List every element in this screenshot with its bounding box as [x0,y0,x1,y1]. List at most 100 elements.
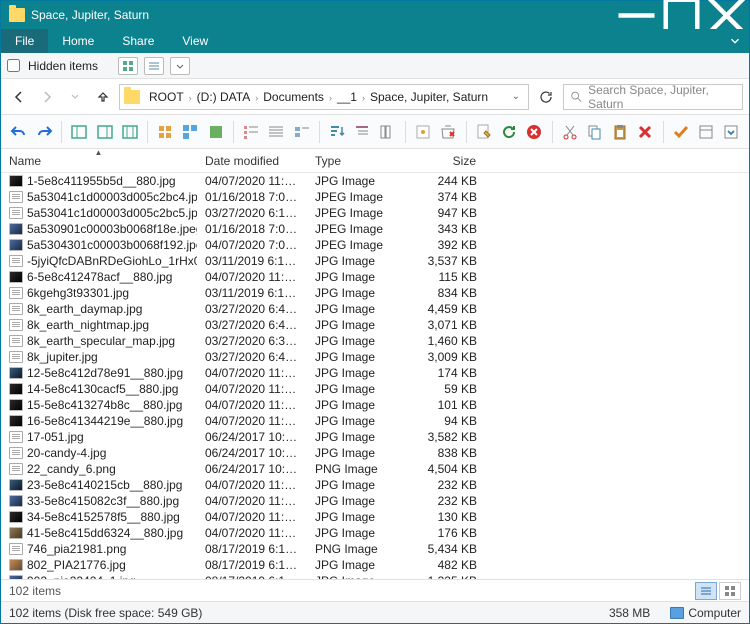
tiles-view-button[interactable] [290,119,313,145]
details-toggle[interactable] [695,582,717,600]
check-button[interactable] [670,119,693,145]
cut-button[interactable] [559,119,582,145]
table-row[interactable]: 802_PIA21776.jpg 08/17/2019 6:14 PM JPG … [1,557,749,573]
breadcrumb-segment[interactable]: ROOT [146,90,187,104]
options-button[interactable] [412,119,435,145]
breadcrumb-segment[interactable]: Space, Jupiter, Saturn [367,90,491,104]
table-row[interactable]: 17-051.jpg 06/24/2017 10:13 AM JPG Image… [1,429,749,445]
table-row[interactable]: 23-5e8c4140215cb__880.jpg 04/07/2020 11:… [1,477,749,493]
menu-view[interactable]: View [168,29,222,53]
table-row[interactable]: 1-5e8c411955b5d__880.jpg 04/07/2020 11:2… [1,173,749,189]
chevron-right-icon[interactable]: › [360,93,367,103]
breadcrumb-segment[interactable]: Documents [260,90,327,104]
back-button[interactable] [7,85,31,109]
file-type: JPG Image [307,494,397,508]
table-row[interactable]: 15-5e8c413274b8c__880.jpg 04/07/2020 11:… [1,397,749,413]
dropdown-tool-button[interactable] [720,119,743,145]
delete-button[interactable] [634,119,657,145]
address-dropdown[interactable]: ⌄ [508,91,524,102]
up-button[interactable] [91,85,115,109]
view-ribbon: Hidden items [1,53,749,79]
table-row[interactable]: 8k_jupiter.jpg 03/27/2020 6:45 PM JPG Im… [1,349,749,365]
col-size[interactable]: Size [397,149,485,172]
refresh-tool-button[interactable] [498,119,521,145]
col-date[interactable]: Date modified [197,149,307,172]
col-name[interactable]: ▲Name [1,149,197,172]
menu-home[interactable]: Home [48,29,108,53]
redo-button[interactable] [32,119,55,145]
table-row[interactable]: 746_pia21981.png 08/17/2019 6:16 PM PNG … [1,541,749,557]
minimize-button[interactable] [614,1,659,29]
table-row[interactable]: 8k_earth_daymap.jpg 03/27/2020 6:44 PM J… [1,301,749,317]
copy-button[interactable] [584,119,607,145]
table-row[interactable]: 33-5e8c415082c3f__880.jpg 04/07/2020 11:… [1,493,749,509]
file-type: JPG Image [307,398,397,412]
thumbnails-toggle[interactable] [719,582,741,600]
table-row[interactable]: 8k_earth_specular_map.jpg 03/27/2020 6:3… [1,333,749,349]
disk-space: 102 items (Disk free space: 549 GB) [9,606,202,620]
table-row[interactable]: 5a5304301c00003b0068f192.jpeg 04/07/2020… [1,237,749,253]
table-row[interactable]: 14-5e8c4130cacf5__880.jpg 04/07/2020 11:… [1,381,749,397]
undo-button[interactable] [7,119,30,145]
stop-button[interactable] [523,119,546,145]
ribbon-expand-button[interactable] [721,29,749,53]
table-row[interactable]: 34-5e8c4152578f5__880.jpg 04/07/2020 11:… [1,509,749,525]
close-button[interactable] [704,1,749,29]
breadcrumb-segment[interactable]: __1 [334,90,360,104]
refresh-button[interactable] [533,84,559,110]
breadcrumb-segment[interactable]: (D:) DATA [194,90,254,104]
col-type[interactable]: Type [307,149,397,172]
file-type: PNG Image [307,542,397,556]
address-bar[interactable]: ROOT›(D:) DATA›Documents›__1›Space, Jupi… [119,84,529,110]
file-name: 5a53041c1d00003d005c2bc5.jpeg [27,206,197,220]
chevron-right-icon[interactable]: › [187,93,194,103]
table-row[interactable]: 5a53041c1d00003d005c2bc4.jpeg 01/16/2018… [1,189,749,205]
table-row[interactable]: 16-5e8c41344219e__880.jpg 04/07/2020 11:… [1,413,749,429]
table-row[interactable]: 20-candy-4.jpg 06/24/2017 10:12 AM JPG I… [1,445,749,461]
pane-2-button[interactable] [93,119,116,145]
file-list[interactable]: 1-5e8c411955b5d__880.jpg 04/07/2020 11:2… [1,173,749,579]
thumb-large-button[interactable] [204,119,227,145]
table-row[interactable]: 41-5e8c415dd6324__880.jpg 04/07/2020 11:… [1,525,749,541]
sort-button[interactable] [326,119,349,145]
table-row[interactable]: 5a530901c00003b0068f18e.jpeg 01/16/2018 … [1,221,749,237]
menu-share[interactable]: Share [108,29,168,53]
chevron-right-icon[interactable]: › [327,93,334,103]
layout-dropdown[interactable] [170,57,190,75]
recent-locations-button[interactable] [63,85,87,109]
pane-3-button[interactable] [118,119,141,145]
file-size: 1,460 KB [397,334,485,348]
list-view-button[interactable] [240,119,263,145]
table-row[interactable]: 8k_earth_nightmap.jpg 03/27/2020 6:43 PM… [1,317,749,333]
table-row[interactable]: -5jyiQfcDABnRDeGiohLo_1rHx0cjsfoUFy... 0… [1,253,749,269]
table-row[interactable]: 22_candy_6.png 06/24/2017 10:14 AM PNG I… [1,461,749,477]
layout-option-2[interactable] [144,57,164,75]
table-row[interactable]: 12-5e8c412d78e91__880.jpg 04/07/2020 11:… [1,365,749,381]
edit-button[interactable] [473,119,496,145]
forward-button[interactable] [35,85,59,109]
file-date: 08/17/2019 6:16 PM [197,542,307,556]
file-date: 03/27/2020 6:45 PM [197,350,307,364]
thumb-small-button[interactable] [154,119,177,145]
file-type: JPG Image [307,270,397,284]
file-icon [9,175,23,187]
paste-button[interactable] [609,119,632,145]
status-bar-2: 102 items (Disk free space: 549 GB) 358 … [1,601,749,623]
thumb-med-button[interactable] [179,119,202,145]
file-name: 22_candy_6.png [27,462,116,476]
layout-option-1[interactable] [118,57,138,75]
search-box[interactable]: Search Space, Jupiter, Saturn [563,84,743,110]
table-row[interactable]: 6-5e8c412478acf__880.jpg 04/07/2020 11:2… [1,269,749,285]
hidden-items-checkbox[interactable] [7,59,20,72]
columns-button[interactable] [376,119,399,145]
pane-1-button[interactable] [68,119,91,145]
maximize-button[interactable] [659,1,704,29]
details-view-button[interactable] [265,119,288,145]
table-row[interactable]: 6kgehg3t93301.jpg 03/11/2019 6:18 PM JPG… [1,285,749,301]
group-button[interactable] [351,119,374,145]
menu-file[interactable]: File [1,29,48,53]
folder-delete-button[interactable] [437,119,460,145]
properties-button[interactable] [695,119,718,145]
file-date: 03/27/2020 6:44 PM [197,302,307,316]
table-row[interactable]: 5a53041c1d00003d005c2bc5.jpeg 03/27/2020… [1,205,749,221]
